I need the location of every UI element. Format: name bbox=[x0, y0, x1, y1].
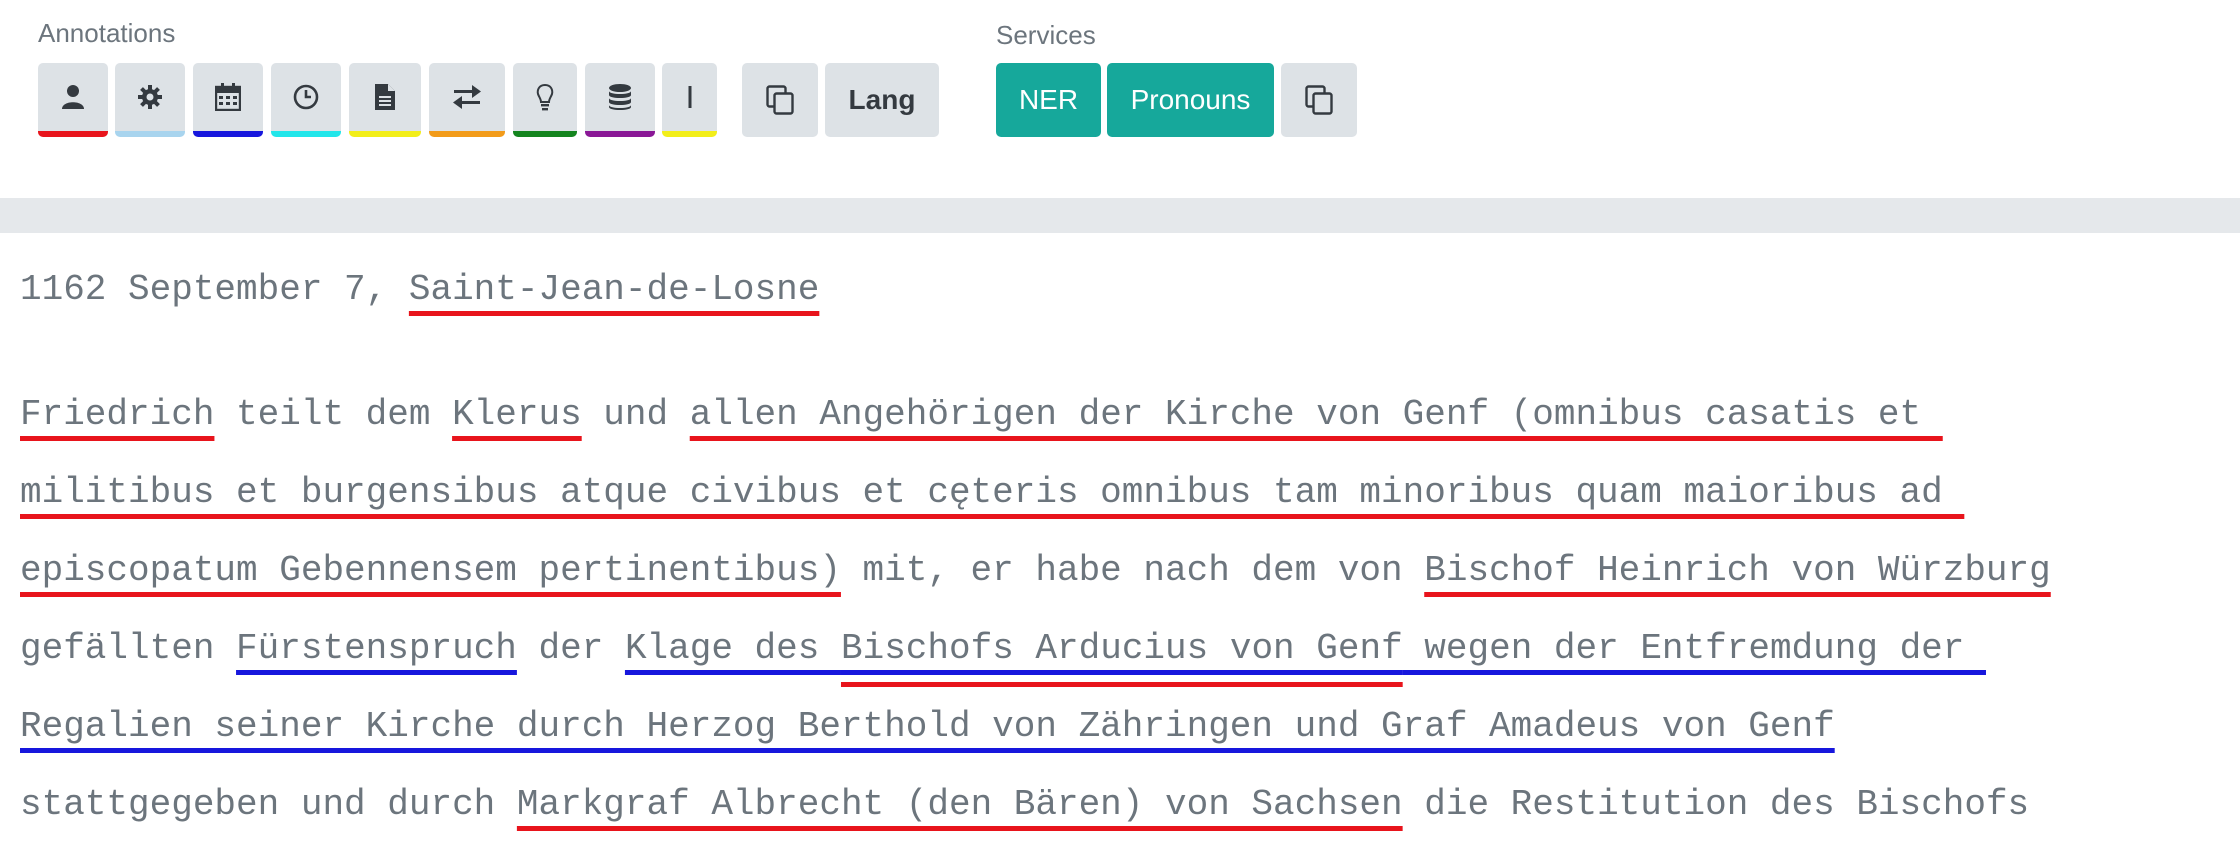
text-line: militibus et burgensibus atque civibus e… bbox=[20, 454, 2220, 532]
lightbulb-icon bbox=[536, 83, 554, 111]
section-divider bbox=[0, 198, 2240, 233]
database-icon bbox=[607, 83, 633, 111]
entity-person[interactable]: Friedrich bbox=[20, 394, 214, 435]
text-line: gefällten Fürstenspruch der Klage des Bi… bbox=[20, 610, 2220, 688]
entity-person[interactable]: Klerus bbox=[452, 394, 582, 435]
annotate-person-button[interactable] bbox=[38, 63, 108, 137]
document-icon bbox=[374, 83, 396, 111]
plain-text: teilt dem bbox=[214, 394, 453, 435]
entity-event[interactable]: Fürstenspruch bbox=[236, 628, 517, 669]
entity-person-nested[interactable]: Bischofs Arducius von Genf bbox=[841, 628, 1403, 669]
ner-button[interactable]: NER bbox=[996, 63, 1101, 137]
copy-services-button[interactable] bbox=[1281, 63, 1357, 137]
copy-annotations-button[interactable] bbox=[742, 63, 818, 137]
annotate-date-button[interactable] bbox=[193, 63, 263, 137]
entity-event[interactable]: Regalien seiner Kirche durch Herzog Bert… bbox=[20, 706, 1835, 747]
clock-icon bbox=[293, 84, 319, 110]
heading-date: 1162 September 7, bbox=[20, 269, 409, 310]
text-cursor-icon bbox=[687, 85, 693, 109]
document-heading: 1162 September 7, Saint-Jean-de-Losne bbox=[20, 260, 2220, 320]
copy-icon bbox=[1305, 85, 1333, 115]
toolbar: Annotations Lang Services NER Pronouns bbox=[0, 0, 2240, 198]
entity-person[interactable]: militibus et burgensibus atque civibus e… bbox=[20, 472, 1964, 513]
gear-icon bbox=[137, 84, 163, 110]
entity-person[interactable]: Bischof Heinrich von Würzburg bbox=[1424, 550, 2051, 591]
plain-text: mit, er habe nach dem von bbox=[840, 550, 1425, 591]
document-paragraph: Friedrich teilt dem Klerus und allen Ang… bbox=[20, 376, 2220, 844]
plain-text: die Restitution des Bischofs bbox=[1402, 784, 2030, 825]
pronouns-button[interactable]: Pronouns bbox=[1107, 63, 1274, 137]
text-line: stattgegeben und durch Markgraf Albrecht… bbox=[20, 766, 2220, 844]
annotate-text-button[interactable] bbox=[662, 63, 717, 137]
arrows-exchange-icon bbox=[452, 85, 482, 109]
annotations-label: Annotations bbox=[38, 18, 176, 48]
annotate-relation-button[interactable] bbox=[429, 63, 505, 137]
person-icon bbox=[61, 84, 85, 110]
document-text: 1162 September 7, Saint-Jean-de-Losne Fr… bbox=[20, 260, 2220, 844]
entity-person[interactable]: episcopatum Gebennensem pertinentibus) bbox=[20, 550, 841, 591]
entity-person[interactable]: Markgraf Albrecht (den Bären) von Sachse… bbox=[517, 784, 1403, 825]
annotate-concept-button[interactable] bbox=[513, 63, 577, 137]
annotate-data-button[interactable] bbox=[585, 63, 655, 137]
entity-person[interactable]: allen Angehörigen der Kirche von Genf (o… bbox=[690, 394, 1943, 435]
entity-place[interactable]: Saint-Jean-de-Losne bbox=[409, 269, 819, 310]
text-line: Regalien seiner Kirche durch Herzog Bert… bbox=[20, 688, 2220, 766]
text-line: episcopatum Gebennensem pertinentibus) m… bbox=[20, 532, 2220, 610]
entity-event[interactable]: Klage des Bischofs Arducius von Genf weg… bbox=[625, 628, 1986, 669]
calendar-icon bbox=[215, 83, 241, 111]
text-line: Friedrich teilt dem Klerus und allen Ang… bbox=[20, 376, 2220, 454]
plain-text: stattgegeben und durch bbox=[20, 784, 517, 825]
services-label: Services bbox=[996, 20, 1096, 50]
annotate-organization-button[interactable] bbox=[115, 63, 185, 137]
event-text: Klage des bbox=[624, 628, 841, 669]
annotate-work-button[interactable] bbox=[349, 63, 421, 137]
entity-person[interactable]: Bischofs Arducius von Genf bbox=[841, 628, 1403, 669]
annotate-time-button[interactable] bbox=[271, 63, 341, 137]
plain-text: gefällten bbox=[20, 628, 237, 669]
event-text: wegen der Entfremdung der bbox=[1402, 628, 1986, 669]
plain-text: der bbox=[516, 628, 625, 669]
plain-text: und bbox=[581, 394, 690, 435]
language-button[interactable]: Lang bbox=[825, 63, 939, 137]
copy-icon bbox=[766, 85, 794, 115]
